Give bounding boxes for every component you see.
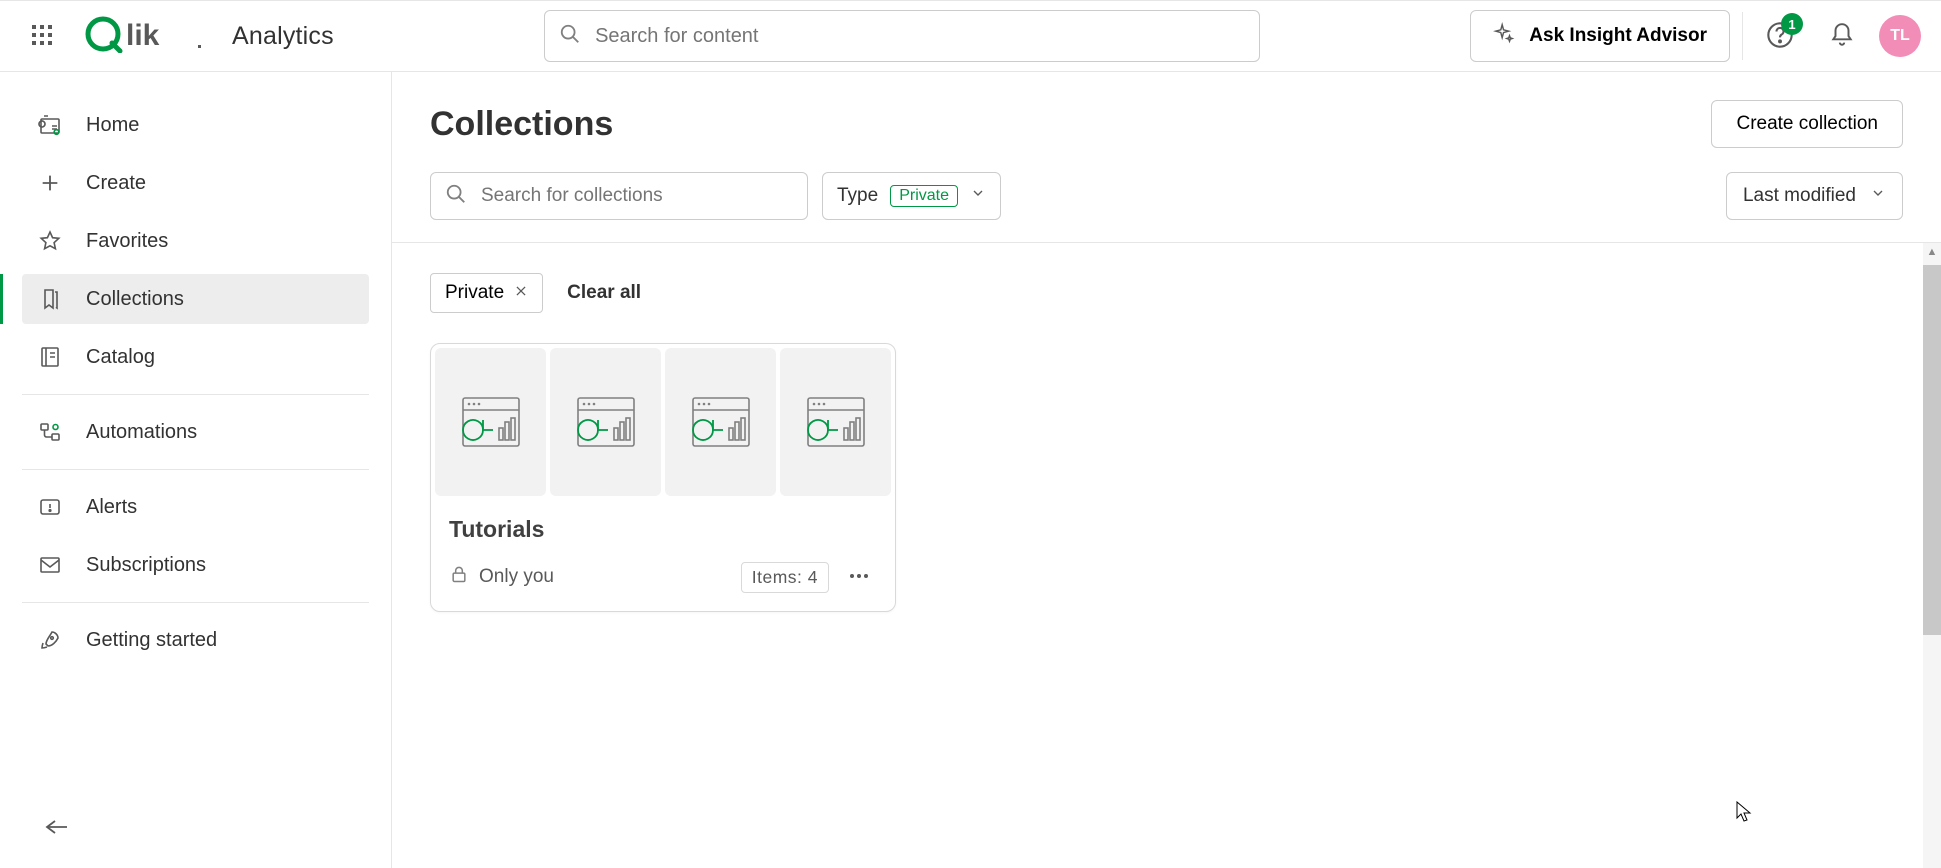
sidebar-item-automations[interactable]: Automations <box>22 407 369 457</box>
search-icon <box>445 183 467 210</box>
chevron-down-icon <box>1870 185 1886 207</box>
sidebar-item-label: Collections <box>86 288 184 311</box>
sparkle-icon <box>1493 22 1515 50</box>
ask-insight-label: Ask Insight Advisor <box>1529 25 1707 47</box>
close-icon <box>514 282 528 304</box>
thumbnail <box>550 348 661 496</box>
sidebar-item-label: Create <box>86 172 146 195</box>
visibility-label: Only you <box>479 566 554 588</box>
global-search-input[interactable] <box>595 25 1245 48</box>
grid-icon <box>30 23 54 50</box>
rocket-icon <box>36 626 64 654</box>
type-filter-value: Private <box>890 185 958 207</box>
collapse-sidebar-button[interactable] <box>36 808 76 848</box>
lock-icon <box>449 564 469 590</box>
divider <box>1742 12 1743 60</box>
svg-text:lik: lik <box>126 19 160 52</box>
sidebar-item-label: Home <box>86 114 139 137</box>
sidebar-item-label: Subscriptions <box>86 554 206 577</box>
app-title: Analytics <box>232 22 334 51</box>
page-title: Collections <box>430 105 1711 144</box>
sidebar-item-label: Catalog <box>86 346 155 369</box>
collections-search[interactable] <box>430 172 808 220</box>
scrollbar[interactable]: ▲ <box>1923 243 1941 868</box>
thumbnail <box>665 348 776 496</box>
filter-chip-private[interactable]: Private <box>430 273 543 313</box>
scroll-thumb[interactable] <box>1923 265 1941 635</box>
chip-label: Private <box>445 282 504 304</box>
sidebar-item-favorites[interactable]: Favorites <box>22 216 369 266</box>
sidebar-item-alerts[interactable]: Alerts <box>22 482 369 532</box>
mail-icon <box>36 551 64 579</box>
collapse-icon <box>43 817 69 840</box>
scroll-up-icon: ▲ <box>1923 243 1941 261</box>
main: Collections Create collection Type Priva… <box>392 72 1941 868</box>
notifications-button[interactable] <box>1817 11 1867 61</box>
type-filter[interactable]: Type Private <box>822 172 1001 220</box>
global-search[interactable] <box>544 10 1260 62</box>
toolbar: Type Private Last modified <box>392 162 1941 243</box>
help-button[interactable]: 1 <box>1755 11 1805 61</box>
sidebar-item-getting-started[interactable]: Getting started <box>22 615 369 665</box>
collection-visibility: Only you <box>449 564 729 590</box>
home-icon <box>36 111 64 139</box>
help-badge: 1 <box>1781 13 1803 35</box>
sidebar-item-label: Getting started <box>86 629 217 652</box>
automations-icon <box>36 418 64 446</box>
sidebar: Home Create Favorites Collections <box>0 72 392 868</box>
thumbnail <box>435 348 546 496</box>
app-launcher-button[interactable] <box>20 14 64 58</box>
nav-separator <box>22 394 369 395</box>
collection-card-title: Tutorials <box>449 516 877 543</box>
create-collection-button[interactable]: Create collection <box>1711 100 1903 148</box>
thumbnail <box>780 348 891 496</box>
collection-card[interactable]: Tutorials Only you Items: 4 <box>430 343 896 612</box>
qlik-logo-icon: lik <box>84 15 202 58</box>
page-header: Collections Create collection <box>392 72 1941 162</box>
sidebar-item-label: Automations <box>86 421 197 444</box>
collections-search-input[interactable] <box>481 185 793 207</box>
bell-icon <box>1829 22 1855 51</box>
sort-label: Last modified <box>1743 185 1856 207</box>
avatar-initials: TL <box>1890 27 1910 45</box>
search-icon <box>559 23 581 50</box>
nav-separator <box>22 602 369 603</box>
sidebar-item-label: Favorites <box>86 230 168 253</box>
filter-chips: Private Clear all <box>430 273 1903 313</box>
alert-icon <box>36 493 64 521</box>
star-icon <box>36 227 64 255</box>
logo[interactable]: lik <box>84 15 202 58</box>
card-thumbnails <box>431 344 895 500</box>
sidebar-item-home[interactable]: Home <box>22 100 369 150</box>
bookmark-collection-icon <box>36 285 64 313</box>
more-icon <box>847 564 871 591</box>
sidebar-item-catalog[interactable]: Catalog <box>22 332 369 382</box>
catalog-icon <box>36 343 64 371</box>
nav-separator <box>22 469 369 470</box>
topbar: lik Analytics Ask Insight Advisor 1 <box>0 0 1941 72</box>
sidebar-item-create[interactable]: Create <box>22 158 369 208</box>
sidebar-item-subscriptions[interactable]: Subscriptions <box>22 540 369 590</box>
sidebar-item-label: Alerts <box>86 496 137 519</box>
sidebar-item-collections[interactable]: Collections <box>22 274 369 324</box>
user-avatar[interactable]: TL <box>1879 15 1921 57</box>
plus-icon <box>36 169 64 197</box>
ask-insight-button[interactable]: Ask Insight Advisor <box>1470 10 1730 62</box>
sort-dropdown[interactable]: Last modified <box>1726 172 1903 220</box>
item-count: Items: 4 <box>741 562 829 593</box>
content-area: Private Clear all <box>392 243 1941 868</box>
type-filter-label: Type <box>837 185 878 207</box>
card-more-button[interactable] <box>841 559 877 595</box>
chevron-down-icon <box>970 185 986 207</box>
cursor-icon <box>1736 801 1752 828</box>
clear-all-button[interactable]: Clear all <box>567 282 641 304</box>
